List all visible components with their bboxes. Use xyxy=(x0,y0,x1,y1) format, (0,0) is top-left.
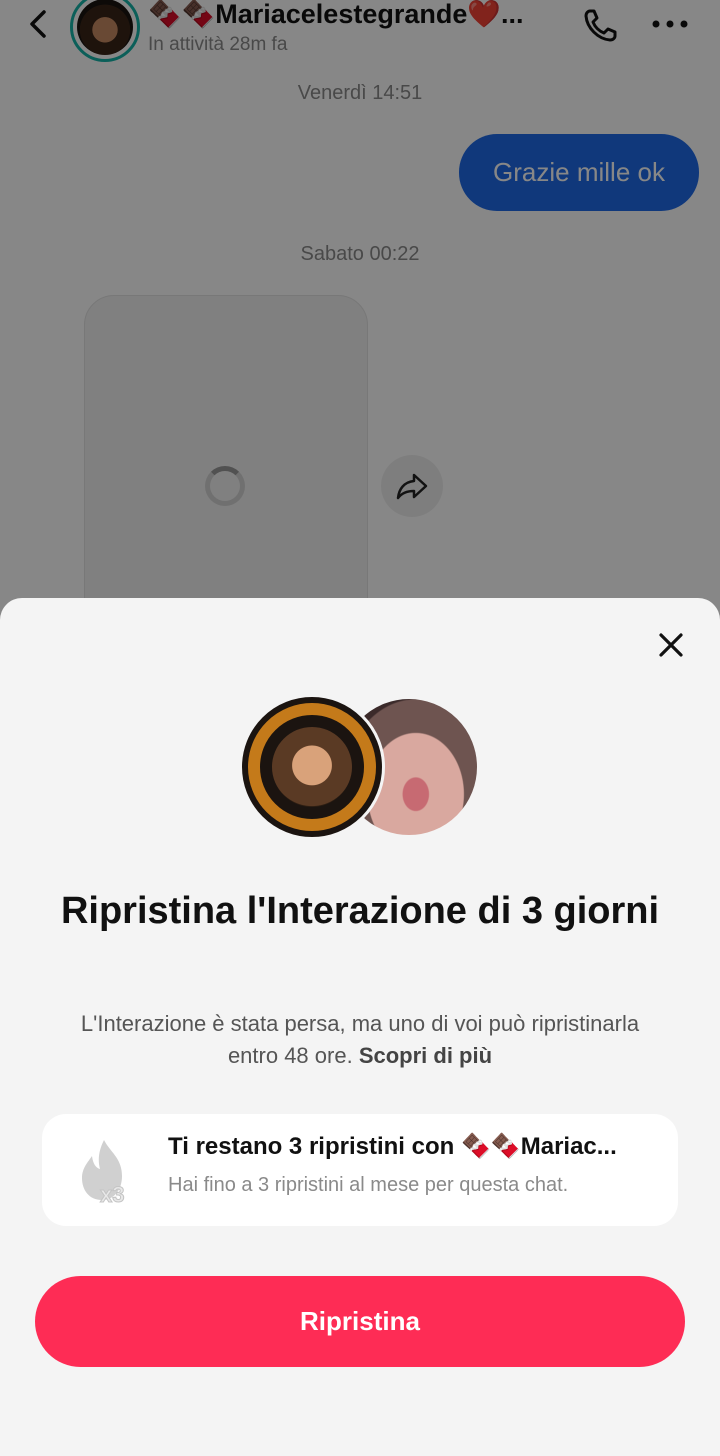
user-avatar xyxy=(239,694,385,840)
restore-button[interactable]: Ripristina xyxy=(35,1276,685,1367)
flame-badge-text: x3 xyxy=(100,1182,124,1206)
avatar-image xyxy=(272,727,352,807)
restores-remaining-subtitle: Hai fino a 3 ripristini al mese per ques… xyxy=(168,1174,569,1196)
restores-remaining-card: x3 Ti restano 3 ripristini con 🍫🍫Mariac.… xyxy=(42,1114,678,1226)
sheet-description: L'Interazione è stata persa, ma uno di v… xyxy=(70,1008,650,1072)
restore-streak-sheet: Ripristina l'Interazione di 3 giorni L'I… xyxy=(0,598,720,1456)
close-icon[interactable] xyxy=(652,626,690,664)
flame-icon: x3 xyxy=(82,1140,125,1206)
sheet-title: Ripristina l'Interazione di 3 giorni xyxy=(60,890,660,932)
learn-more-link[interactable]: Scopri di più xyxy=(359,1043,492,1068)
restores-remaining-title: Ti restano 3 ripristini con 🍫🍫Mariac... xyxy=(168,1133,617,1160)
